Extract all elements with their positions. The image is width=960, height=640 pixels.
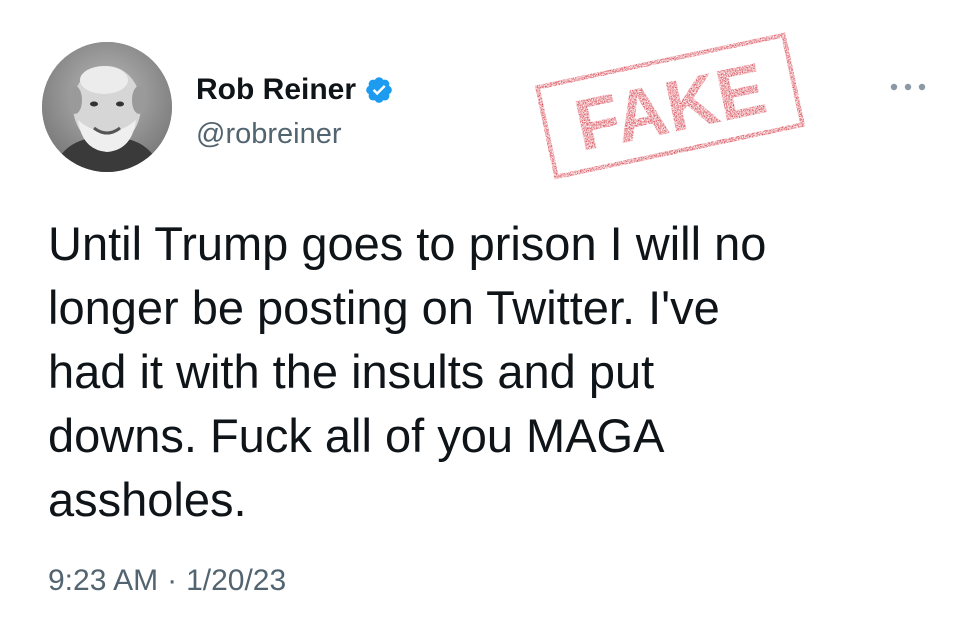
- avatar-photo: [42, 42, 172, 172]
- tweet-text-line: Until Trump goes to prison I will no: [48, 217, 767, 270]
- tweet-timestamp[interactable]: 9:23 AM · 1/20/23: [48, 564, 286, 598]
- author-handle[interactable]: @robreiner: [196, 118, 342, 151]
- tweet-card: Rob Reiner @robreiner FAKE Until Trump g…: [0, 0, 960, 640]
- tweet-time: 9:23 AM: [48, 564, 159, 597]
- author-display-name[interactable]: Rob Reiner: [196, 73, 356, 107]
- verified-badge-icon: [364, 75, 394, 105]
- tweet-text-line: assholes.: [48, 473, 247, 526]
- tweet-text-line: longer be posting on Twitter. I've: [48, 281, 720, 334]
- tweet-text-line: had it with the insults and put: [48, 345, 655, 398]
- more-options-button[interactable]: [886, 74, 930, 100]
- tweet-text: Until Trump goes to prison I will no lon…: [48, 212, 928, 532]
- timestamp-separator: ·: [167, 564, 178, 597]
- author-name-row: Rob Reiner: [196, 70, 394, 110]
- more-options-icon: [890, 83, 926, 91]
- fake-stamp-text: FAKE: [568, 49, 772, 167]
- tweet-date: 1/20/23: [186, 564, 287, 597]
- tweet-text-line: downs. Fuck all of you MAGA: [48, 409, 665, 462]
- fake-stamp: FAKE: [530, 28, 810, 184]
- avatar[interactable]: [42, 42, 172, 172]
